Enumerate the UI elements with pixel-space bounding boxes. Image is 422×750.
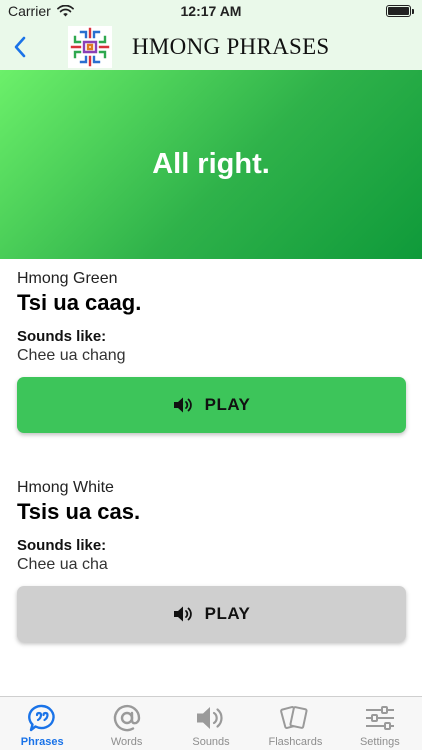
dialect-label: Hmong Green bbox=[17, 270, 118, 287]
battery-icon bbox=[386, 5, 411, 17]
tab-label: Phrases bbox=[20, 736, 64, 748]
speaker-icon bbox=[197, 707, 223, 729]
at-sign-icon bbox=[113, 704, 140, 732]
tab-label: Flashcards bbox=[268, 736, 323, 748]
cards-icon bbox=[280, 705, 308, 730]
translated-phrase: Tsi ua caag. bbox=[17, 290, 142, 315]
play-button-label: PLAY bbox=[204, 604, 251, 623]
play-button-green[interactable]: PLAY bbox=[17, 377, 406, 433]
tab-label: Words bbox=[110, 736, 143, 748]
pronunciation-text: Chee ua cha bbox=[17, 556, 108, 573]
tab-flashcards[interactable]: Flashcards bbox=[253, 697, 337, 750]
phrase-hero-banner: All right. bbox=[0, 70, 422, 259]
tab-label: Settings bbox=[359, 736, 400, 748]
chevron-left-icon bbox=[14, 36, 26, 58]
play-button-label: PLAY bbox=[204, 395, 251, 414]
speaker-icon bbox=[173, 397, 192, 413]
tab-label: Sounds bbox=[192, 736, 230, 748]
tab-settings[interactable]: Settings bbox=[338, 697, 422, 750]
chat-bubble-icon bbox=[28, 704, 55, 732]
tab-bar: Phrases Words Sounds Flashcards Settings bbox=[0, 696, 422, 750]
status-bar: Carrier 12:17 AM bbox=[0, 0, 422, 24]
dialect-section-white: Hmong White Tsis ua cas. Sounds like: Ch… bbox=[17, 479, 407, 574]
app-logo bbox=[68, 26, 112, 68]
tab-words[interactable]: Words bbox=[84, 697, 168, 750]
translated-phrase: Tsis ua cas. bbox=[17, 499, 141, 524]
battery-indicator bbox=[386, 5, 414, 17]
dialect-section-green: Hmong Green Tsi ua caag. Sounds like: Ch… bbox=[17, 270, 407, 365]
sounds-like-label: Sounds like: bbox=[17, 328, 107, 345]
english-phrase: All right. bbox=[152, 148, 270, 180]
back-button[interactable] bbox=[6, 32, 34, 62]
tab-sounds[interactable]: Sounds bbox=[169, 697, 253, 750]
dialect-label: Hmong White bbox=[17, 479, 114, 496]
sliders-icon bbox=[365, 706, 394, 730]
status-time: 12:17 AM bbox=[180, 3, 242, 19]
pronunciation-text: Chee ua chang bbox=[17, 347, 126, 364]
play-button-white[interactable]: PLAY bbox=[17, 586, 406, 642]
speaker-icon bbox=[173, 606, 192, 622]
page-title: HMONG PHRASES bbox=[132, 34, 330, 59]
sounds-like-label: Sounds like: bbox=[17, 537, 107, 554]
navigation-bar: HMONG PHRASES bbox=[0, 24, 422, 70]
tab-phrases[interactable]: Phrases bbox=[0, 697, 84, 750]
